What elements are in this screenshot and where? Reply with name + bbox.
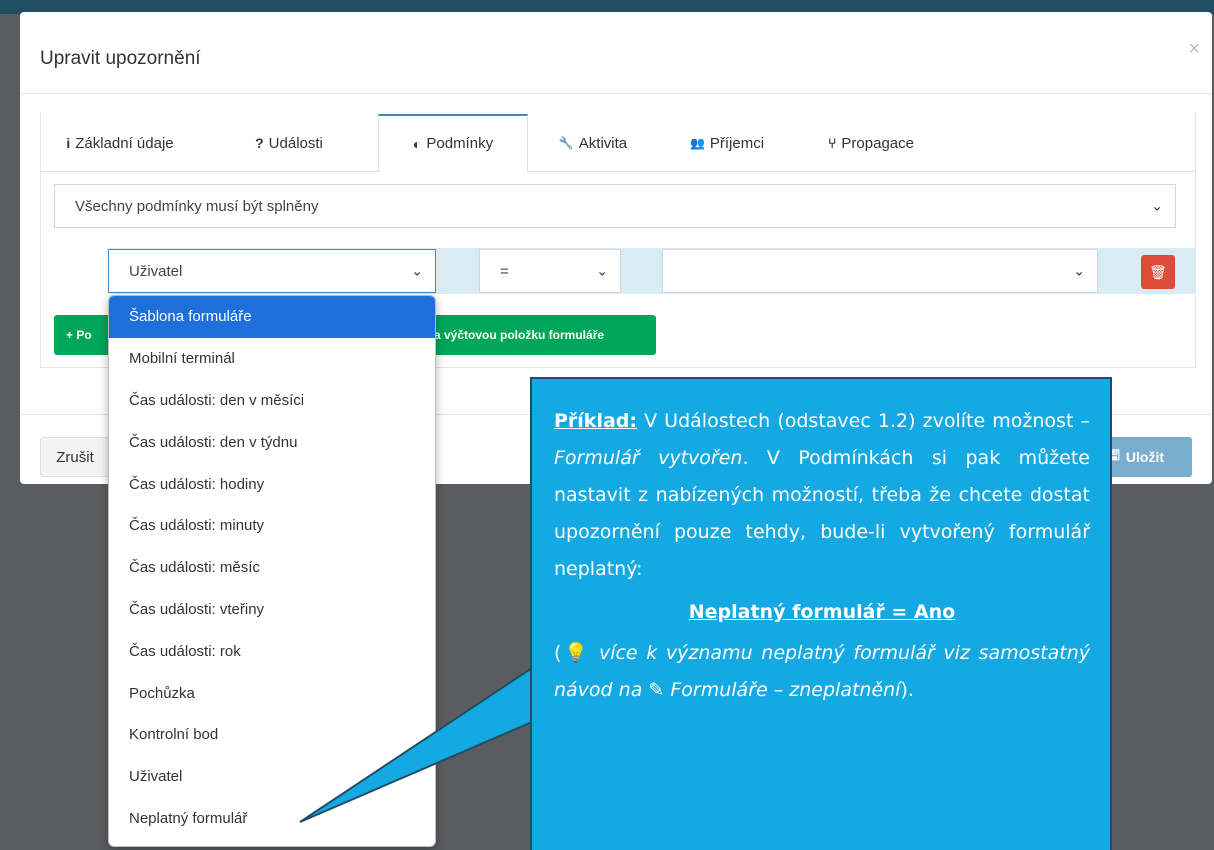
callout-paragraph: Příklad: V Událostech (odstavec 1.2) zvo… (554, 403, 1090, 588)
callout-rule: Neplatný formulář = Ano (688, 601, 956, 623)
callout-emphasis: Formulář vytvořen (554, 447, 743, 469)
callout-emphasis: Formuláře – zneplatnění (664, 679, 901, 701)
example-label: Příklad: (554, 410, 637, 432)
callout-note: (💡 více k významu neplatný formulář viz … (554, 635, 1090, 709)
example-callout: Příklad: V Událostech (odstavec 1.2) zvo… (530, 377, 1112, 850)
callout-text: ). (900, 679, 914, 701)
edit-form-icon: ✎ (648, 679, 665, 701)
callout-text: V Událostech (odstavec 1.2) zvolíte možn… (636, 410, 1090, 432)
lightbulb-icon: 💡 (561, 642, 591, 664)
